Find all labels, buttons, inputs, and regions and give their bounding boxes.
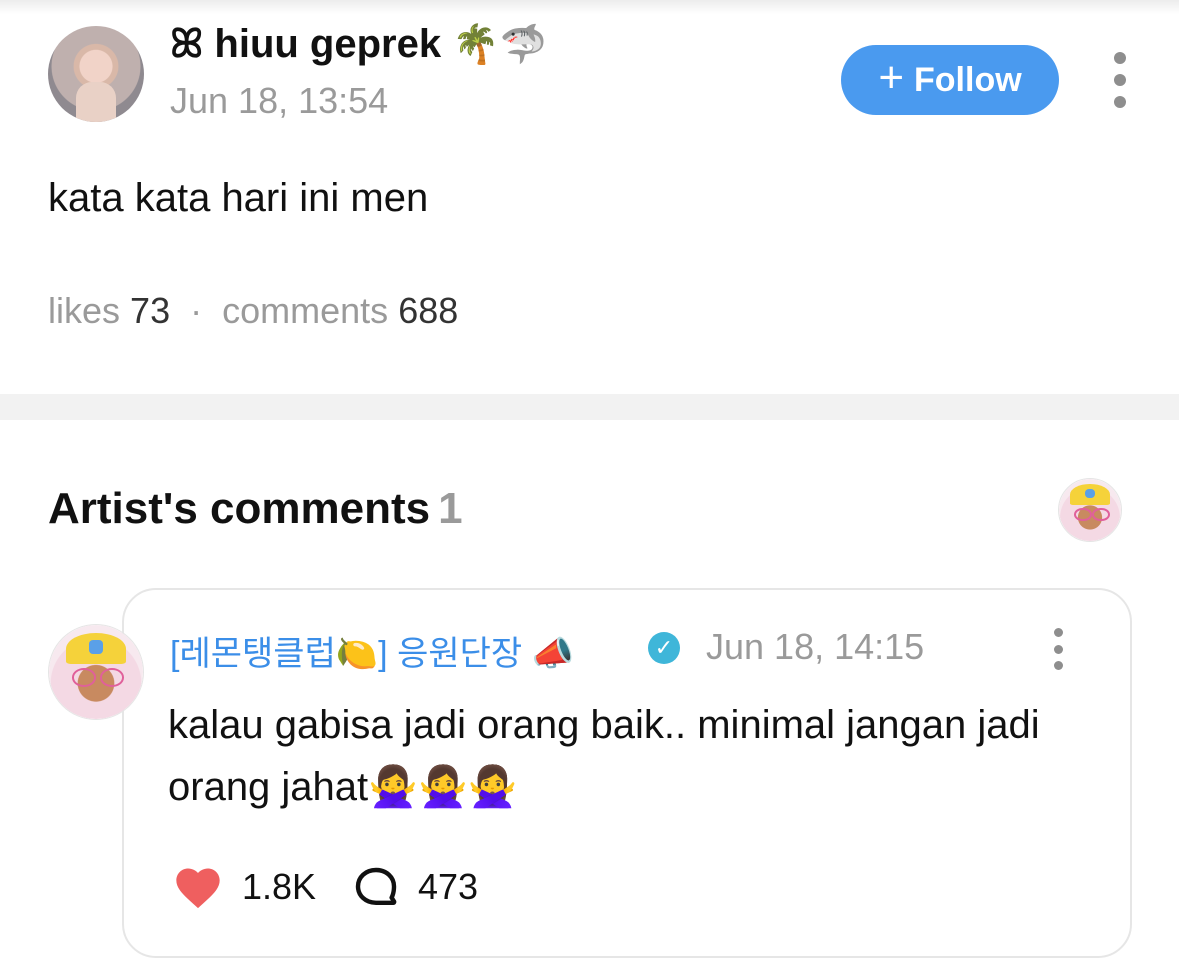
- comment-text: kalau gabisa jadi orang baik.. minimal j…: [168, 703, 1040, 809]
- follow-label: Follow: [914, 60, 1022, 99]
- comment-more-icon[interactable]: [1048, 628, 1068, 670]
- stats-separator: ·: [190, 290, 203, 331]
- author-prefix-symbol: ꕤ: [170, 22, 204, 66]
- verified-badge-icon: ✓: [648, 632, 680, 664]
- section-divider: [0, 394, 1179, 420]
- comment-timestamp: Jun 18, 14:15: [706, 626, 925, 667]
- author-name[interactable]: ꕤ hiuu geprek 🌴🦈: [170, 22, 547, 67]
- plus-icon: +: [878, 53, 905, 102]
- artist-avatar-small[interactable]: [1058, 478, 1122, 542]
- comments-count: 688: [398, 290, 459, 331]
- artist-comments-title: Artist's comments 1: [48, 484, 463, 534]
- author-emojis: 🌴🦈: [452, 24, 547, 66]
- likes-count: 73: [130, 290, 171, 331]
- comments-label: comments: [222, 290, 389, 331]
- author-avatar[interactable]: [48, 26, 144, 122]
- post-timestamp: Jun 18, 13:54: [170, 80, 389, 121]
- top-shadow: [0, 0, 1179, 14]
- heart-icon[interactable]: [172, 862, 224, 914]
- artist-comments-label: Artist's comments: [48, 484, 431, 533]
- commenter-avatar[interactable]: [48, 624, 144, 720]
- post-stats: likes 73 · comments 688: [48, 290, 458, 332]
- post-more-icon[interactable]: [1108, 52, 1132, 108]
- artist-comments-count: 1: [438, 484, 463, 533]
- comment-bubble-icon[interactable]: [352, 864, 400, 912]
- likes-label: likes: [48, 290, 121, 331]
- post-body: kata kata hari ini men: [48, 176, 429, 220]
- author-name-text: hiuu geprek: [214, 22, 442, 66]
- comment-reply-count: 473: [418, 866, 479, 907]
- commenter-name[interactable]: [레몬탱클럽🍋] 응원단장 📣: [170, 626, 574, 675]
- comment-like-count: 1.8K: [242, 866, 317, 907]
- follow-button[interactable]: + Follow: [841, 45, 1059, 115]
